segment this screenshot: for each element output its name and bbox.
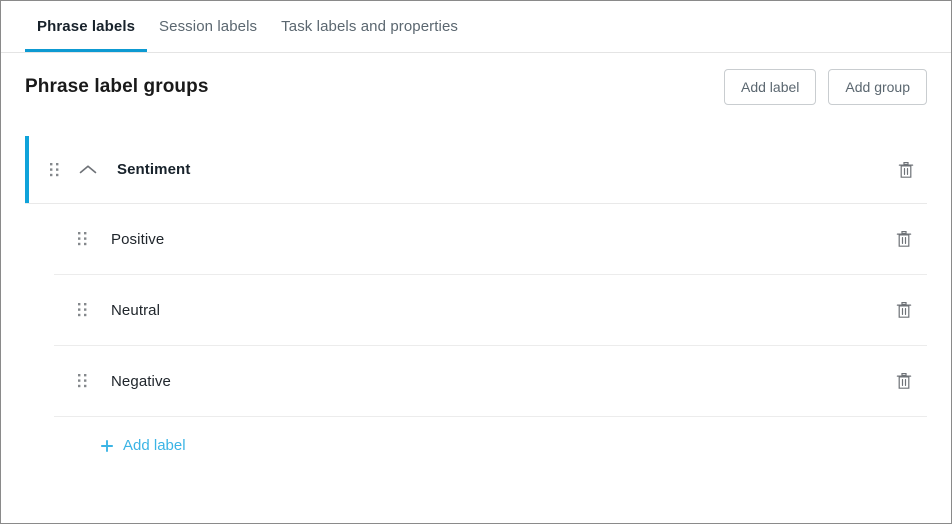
header-actions: Add label Add group <box>724 69 927 105</box>
tab-label: Session labels <box>159 18 258 35</box>
label-name: Negative <box>111 372 172 390</box>
label-row[interactable]: Neutral <box>54 275 927 346</box>
group-name: Sentiment <box>117 161 191 178</box>
phrase-labels-page: Phrase labels Session labels Task labels… <box>0 0 952 524</box>
trash-icon[interactable] <box>894 228 914 250</box>
page-title: Phrase label groups <box>25 76 209 97</box>
tab-session-labels[interactable]: Session labels <box>147 1 269 52</box>
tab-label: Task labels and properties <box>281 18 459 35</box>
page-header: Phrase label groups Add label Add group <box>25 53 927 121</box>
chevron-up-icon[interactable] <box>77 159 99 181</box>
label-row[interactable]: Negative <box>54 346 927 417</box>
drag-handle-icon[interactable] <box>78 373 88 389</box>
label-list: Positive Neutral Negative Add label <box>25 204 927 458</box>
tab-bar: Phrase labels Session labels Task labels… <box>1 1 951 53</box>
label-name: Positive <box>111 230 165 248</box>
drag-handle-icon[interactable] <box>50 162 60 178</box>
group-accent-bar <box>25 136 29 203</box>
label-name: Neutral <box>111 301 161 319</box>
drag-handle-icon[interactable] <box>78 302 88 318</box>
label-row[interactable]: Positive <box>54 204 927 275</box>
trash-icon[interactable] <box>894 299 914 321</box>
add-label-link-text: Add label <box>123 437 186 454</box>
add-label-button[interactable]: Add label <box>724 69 817 105</box>
tab-phrase-labels[interactable]: Phrase labels <box>25 1 148 52</box>
trash-icon[interactable] <box>896 159 916 181</box>
tab-task-labels-and-properties[interactable]: Task labels and properties <box>269 1 470 52</box>
trash-icon[interactable] <box>894 370 914 392</box>
phrase-label-group: Sentiment Positive Neutral Negative Add … <box>25 136 927 458</box>
drag-handle-icon[interactable] <box>78 231 88 247</box>
plus-icon <box>100 439 114 453</box>
group-header-row: Sentiment <box>25 136 927 204</box>
add-group-button[interactable]: Add group <box>828 69 927 105</box>
tab-label: Phrase labels <box>37 18 136 35</box>
add-label-link[interactable]: Add label <box>100 437 186 454</box>
